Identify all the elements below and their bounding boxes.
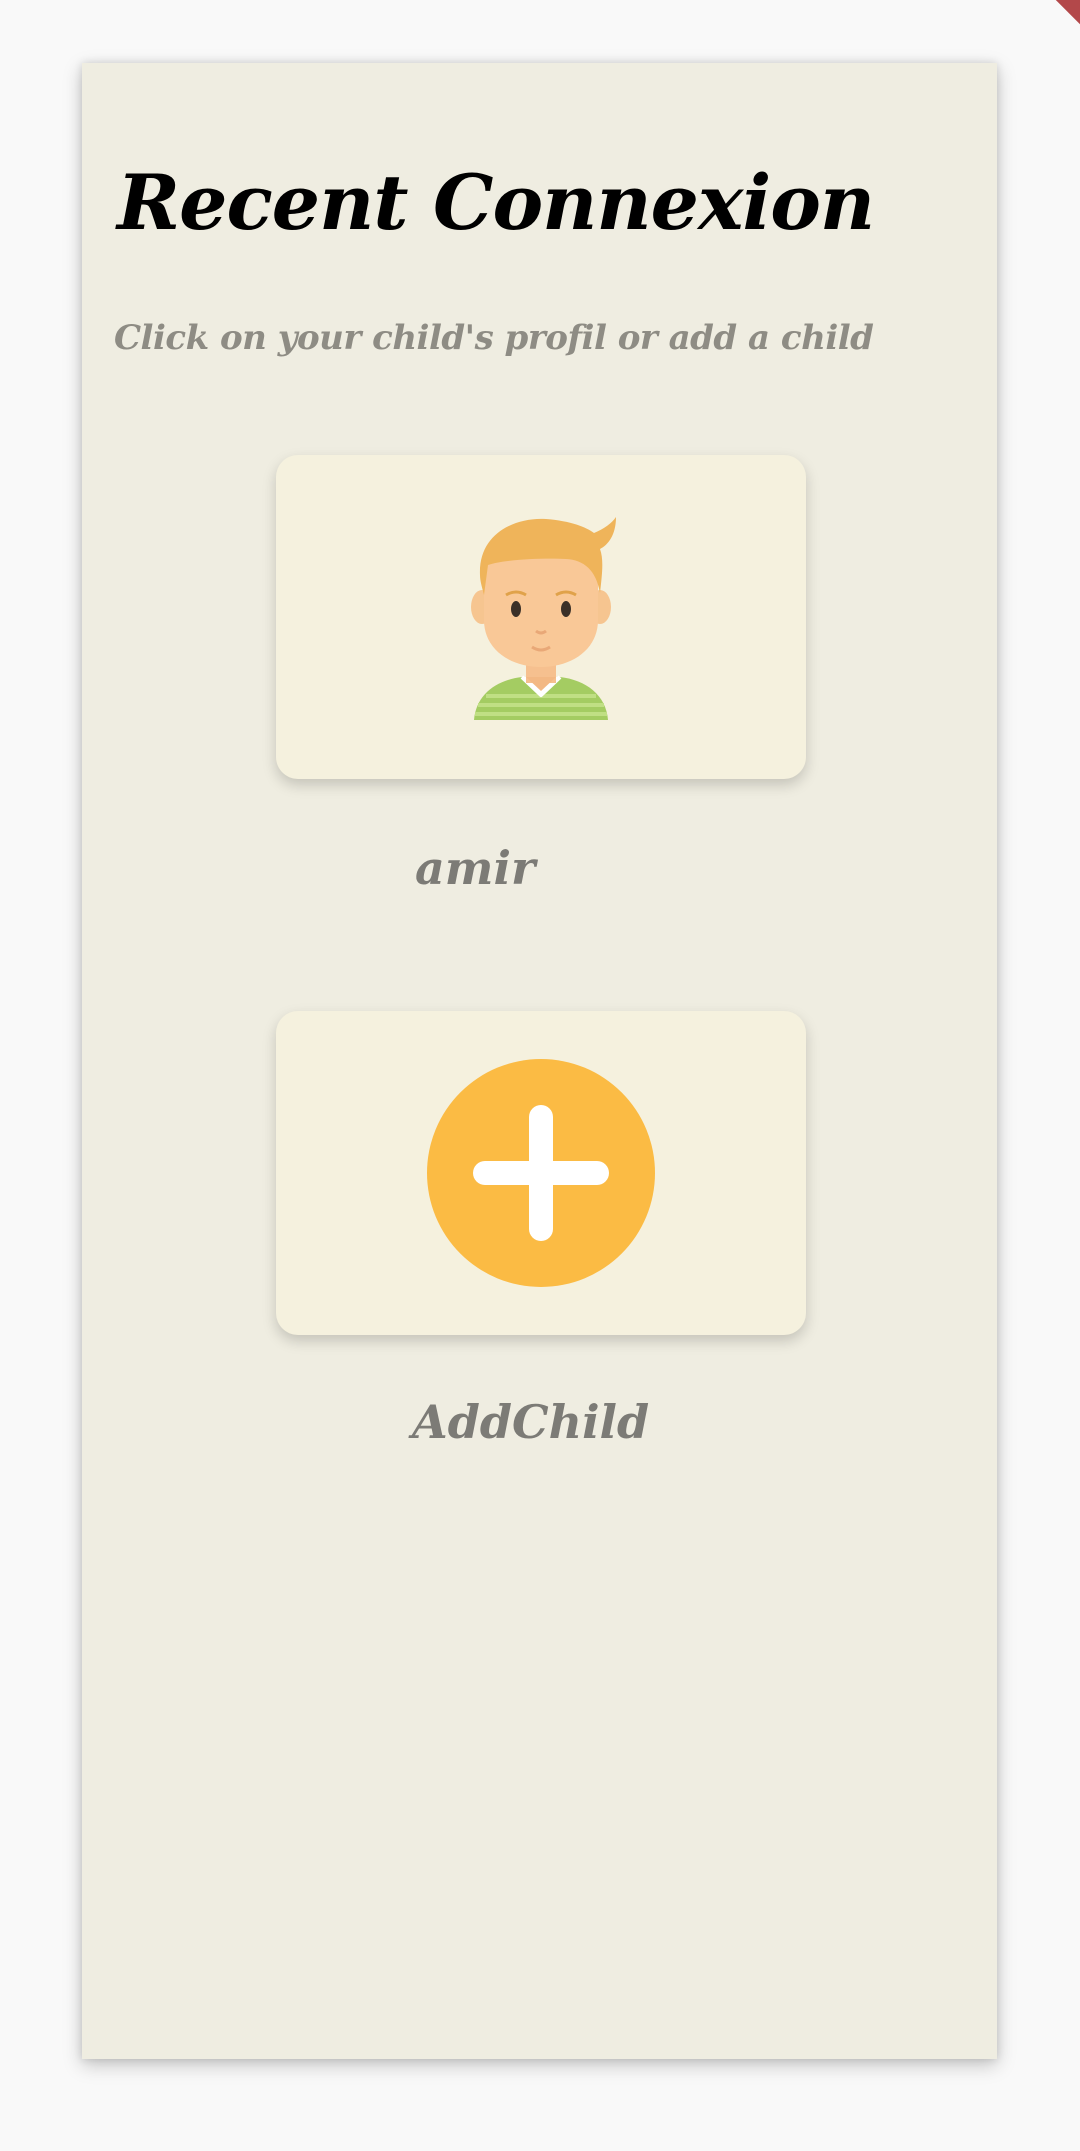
page-title: Recent Connexion [117,158,875,247]
plus-circle-icon [427,1059,655,1287]
debug-banner [1020,0,1080,60]
page-subtitle: Click on your child's profil or add a ch… [114,318,874,358]
add-child-card[interactable] [276,1011,806,1335]
child-profile-card[interactable] [276,455,806,779]
boy-avatar-icon [471,517,616,720]
child-profile-name: amir [415,841,536,895]
add-child-label: AddChild [412,1395,650,1449]
recent-connexion-panel: Recent Connexion Click on your child's p… [82,63,997,2059]
